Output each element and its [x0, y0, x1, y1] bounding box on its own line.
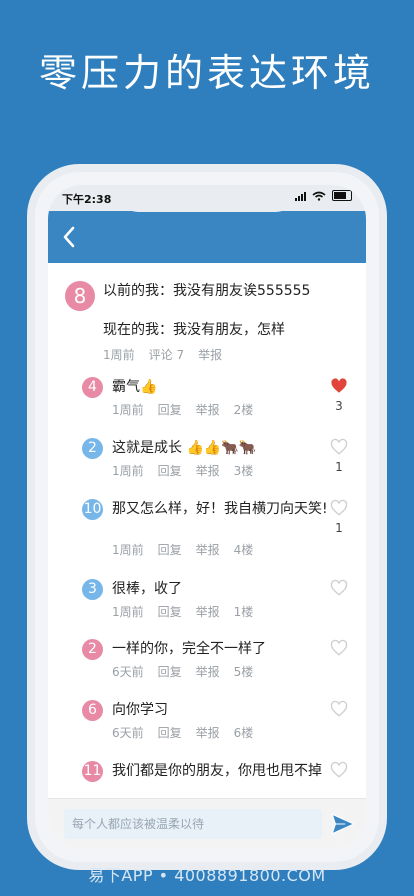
- comment-time: 6天前: [112, 726, 144, 740]
- comment-text: 霸气👍: [112, 379, 158, 395]
- report-link[interactable]: 举报: [196, 724, 220, 741]
- comment-meta: 6天前 回复 举报 6楼: [112, 724, 253, 741]
- phone-screen: 下午2:38 8 以前的我：我没有朋友诶555555 现在的我：我没有朋友，怎样…: [48, 185, 366, 849]
- heart-outline-icon[interactable]: [330, 761, 348, 779]
- comment-badge: 2: [82, 639, 103, 660]
- comment-badge: 10: [82, 499, 103, 520]
- comment-time: 1周前: [112, 543, 144, 557]
- comment-badge: 2: [82, 438, 103, 459]
- heart-outline-icon[interactable]: [330, 579, 348, 597]
- heart-filled-icon[interactable]: [330, 377, 348, 395]
- report-link[interactable]: 举报: [196, 603, 220, 620]
- floor-label: 1楼: [233, 605, 254, 619]
- comment-time: 1周前: [112, 605, 144, 619]
- heart-outline-icon[interactable]: [330, 700, 348, 718]
- report-link[interactable]: 举报: [196, 663, 220, 680]
- heart-outline-icon[interactable]: [330, 438, 348, 456]
- reply-link[interactable]: 回复: [158, 401, 182, 418]
- wifi-icon: [312, 191, 326, 201]
- comment-text: 这就是成长 👍👍🐂🐂: [112, 440, 257, 456]
- status-time: 下午2:38: [62, 193, 112, 206]
- comment-meta: 1周前 回复 举报 2楼: [112, 401, 253, 418]
- comment-badge: 6: [82, 700, 103, 721]
- back-button[interactable]: [58, 223, 82, 251]
- comment-time: 1周前: [112, 403, 144, 417]
- comment-time: 1周前: [112, 464, 144, 478]
- reply-link[interactable]: 回复: [158, 462, 182, 479]
- watermark: 易下APP • 4008891800.COM: [88, 866, 326, 885]
- comment-time: 6天前: [112, 665, 144, 679]
- floor-label: 5楼: [233, 665, 254, 679]
- content-area[interactable]: 8 以前的我：我没有朋友诶555555 现在的我：我没有朋友，怎样 1周前 评论…: [48, 263, 366, 799]
- main-post: 8 以前的我：我没有朋友诶555555 现在的我：我没有朋友，怎样 1周前 评论…: [48, 263, 366, 373]
- post-line-2: 现在的我：我没有朋友，怎样: [103, 322, 285, 338]
- battery-icon: [332, 190, 352, 201]
- reply-link[interactable]: 回复: [158, 603, 182, 620]
- comment-meta: 6天前 回复 举报 5楼: [112, 663, 253, 680]
- floor-label: 6楼: [233, 726, 254, 740]
- comment-text: 那又怎么样，好！我自横刀向天笑!: [112, 501, 328, 517]
- reply-link[interactable]: 回复: [158, 663, 182, 680]
- comment-meta: 1周前 回复 举报 1楼: [112, 603, 253, 620]
- post-line-1: 以前的我：我没有朋友诶555555: [103, 283, 311, 299]
- send-icon[interactable]: [330, 811, 356, 837]
- heart-outline-icon[interactable]: [330, 639, 348, 657]
- comment-input-bar: [48, 798, 366, 849]
- status-icons: [295, 190, 352, 201]
- report-link[interactable]: 举报: [196, 462, 220, 479]
- notch: [120, 185, 294, 212]
- comment-meta: 1周前 回复 举报 4楼: [112, 541, 253, 558]
- phone-mockup: 下午2:38 8 以前的我：我没有朋友诶555555 现在的我：我没有朋友，怎样…: [35, 172, 379, 862]
- heart-outline-icon[interactable]: [330, 499, 348, 517]
- floor-label: 4楼: [233, 543, 254, 557]
- report-link[interactable]: 举报: [196, 401, 220, 418]
- like-count: 1: [335, 521, 343, 535]
- comment-badge: 4: [82, 377, 103, 398]
- post-comments-count[interactable]: 评论 7: [149, 346, 184, 363]
- post-badge: 8: [65, 281, 95, 311]
- reply-link[interactable]: 回复: [158, 541, 182, 558]
- post-meta: 1周前 评论 7 举报: [103, 346, 222, 363]
- post-time: 1周前: [103, 348, 135, 362]
- comment-badge: 3: [82, 579, 103, 600]
- reply-link[interactable]: 回复: [158, 724, 182, 741]
- signal-icon: [295, 191, 306, 201]
- comment-input[interactable]: [64, 809, 322, 839]
- like-count: 3: [335, 399, 343, 413]
- like-count: 1: [335, 460, 343, 474]
- comment-meta: 1周前 回复 举报 3楼: [112, 462, 253, 479]
- report-link[interactable]: 举报: [196, 541, 220, 558]
- nav-bar: [48, 211, 366, 263]
- post-report-link[interactable]: 举报: [198, 346, 222, 363]
- comment-badge: 11: [82, 761, 103, 782]
- floor-label: 2楼: [233, 403, 254, 417]
- floor-label: 3楼: [233, 464, 254, 478]
- comment-text: 一样的你，完全不一样了: [112, 641, 266, 657]
- comment-text: 很棒，收了: [112, 581, 182, 597]
- headline: 零压力的表达环境: [38, 51, 375, 95]
- comment-text: 向你学习: [112, 702, 168, 718]
- comment-text: 我们都是你的朋友，你甩也甩不掉: [112, 763, 322, 779]
